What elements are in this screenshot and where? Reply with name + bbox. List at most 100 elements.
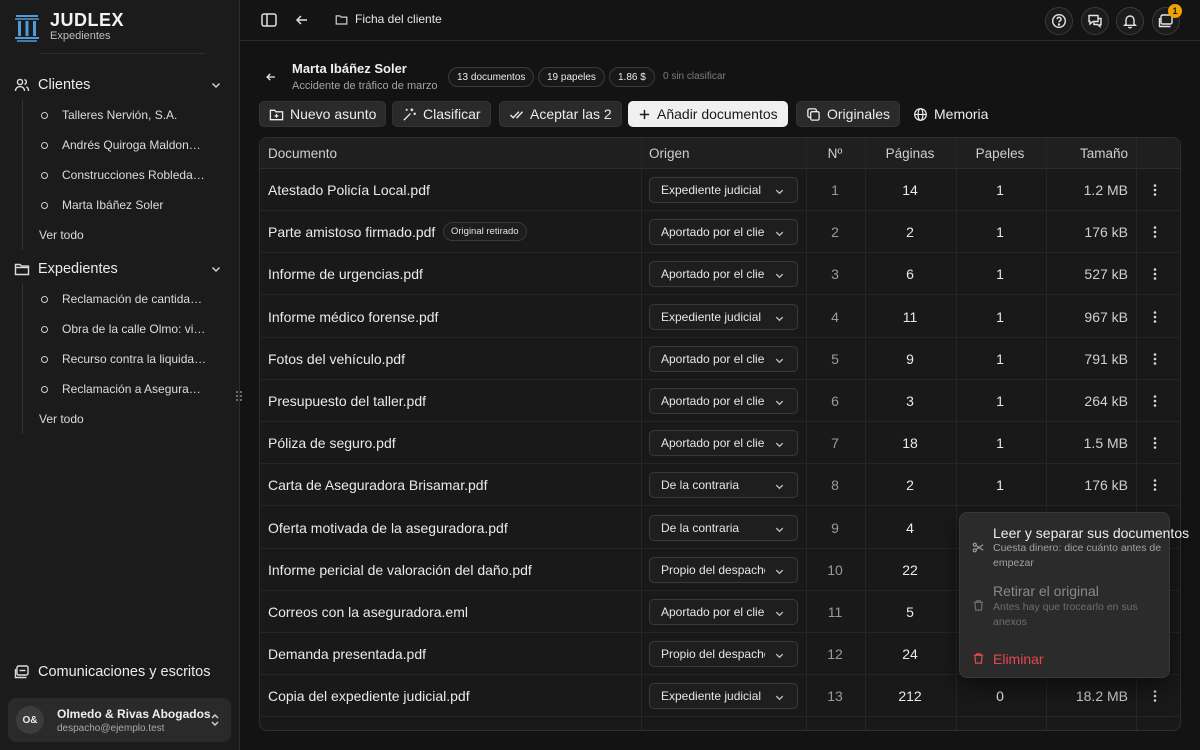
- column-header-size[interactable]: Tamaño: [1038, 146, 1128, 161]
- globe-icon: [913, 107, 928, 122]
- document-name[interactable]: Oferta motivada de la aseguradora.pdf: [268, 520, 508, 536]
- more-options-icon[interactable]: [1153, 689, 1157, 703]
- document-name[interactable]: Carta de Aseguradora Brisamar.pdf: [268, 477, 487, 493]
- column-header-pages[interactable]: Páginas: [872, 146, 948, 161]
- table-row[interactable]: Copia del expediente judicial.pdf Expedie…: [260, 675, 1180, 718]
- document-name[interactable]: Póliza de seguro.pdf: [268, 435, 396, 451]
- sidebar-toggle-icon[interactable]: [260, 11, 278, 29]
- document-name[interactable]: Atestado Policía Local.pdf: [268, 182, 430, 198]
- sidebar-client-item[interactable]: Talleres Nervión, S.A.: [23, 100, 213, 130]
- more-options-icon[interactable]: [1153, 394, 1157, 408]
- cases-view-all-link[interactable]: Ver todo: [23, 404, 213, 434]
- withdraw-original-menu-item[interactable]: Retirar el original Antes hay que trocea…: [960, 573, 1171, 633]
- more-options-icon[interactable]: [1153, 310, 1157, 324]
- circle-icon: [41, 111, 48, 119]
- sidebar-case-item[interactable]: Reclamación de cantidad contra: [23, 284, 213, 314]
- folder-plus-icon: [269, 107, 284, 122]
- scissors-icon: [972, 541, 985, 554]
- table-row[interactable]: Presupuesto del taller.pdf Aportado por e…: [260, 380, 1180, 422]
- sidebar-section-label: Expedientes: [38, 261, 118, 277]
- sidebar-case-item[interactable]: Reclamación a Aseguradora: [23, 374, 213, 404]
- origin-select[interactable]: Propio del despacho: [649, 556, 798, 583]
- origin-select[interactable]: Propio del despacho: [649, 641, 798, 668]
- chevron-down-icon[interactable]: [210, 79, 222, 91]
- classify-button[interactable]: Clasificar: [392, 101, 491, 127]
- delete-menu-item[interactable]: Eliminar: [960, 643, 1171, 673]
- document-pages: 2: [906, 224, 914, 241]
- more-options-icon[interactable]: [1153, 478, 1157, 492]
- client-case: Accidente de tráfico de marzo: [292, 80, 438, 92]
- sidebar-client-item[interactable]: Marta Ibáñez Soler: [23, 190, 213, 220]
- table-row[interactable]: Informe médico forense.pdf Expediente jud…: [260, 296, 1180, 338]
- document-name[interactable]: Informe de urgencias.pdf: [268, 266, 423, 282]
- back-arrow-icon[interactable]: [293, 11, 311, 29]
- brand[interactable]: JUDLEX Expedientes: [14, 11, 124, 43]
- add-documents-button[interactable]: Añadir documentos: [628, 101, 788, 127]
- column-header-number[interactable]: Nº: [805, 146, 865, 161]
- chat-button[interactable]: [1081, 7, 1109, 35]
- column-header-document[interactable]: Documento: [268, 146, 337, 161]
- divider: [40, 53, 205, 54]
- table-row[interactable]: Informe de urgencias.pdf Aportado por el …: [260, 253, 1180, 296]
- document-name[interactable]: Fotos del vehículo.pdf: [268, 351, 405, 367]
- document-number: 10: [827, 561, 843, 578]
- accept-button[interactable]: Aceptar las 2: [499, 101, 622, 127]
- sidebar-case-item[interactable]: Obra de la calle Olmo: vicios: [23, 314, 213, 344]
- document-size: 18.2 MB: [1075, 688, 1128, 705]
- origin-select[interactable]: Expediente judicial: [649, 303, 798, 330]
- document-papers: 1: [996, 308, 1004, 325]
- new-matter-button[interactable]: Nuevo asunto: [259, 101, 387, 127]
- table-row[interactable]: Atestado Policía Local.pdf Expediente jud…: [260, 169, 1180, 211]
- back-arrow-icon[interactable]: [264, 70, 278, 84]
- document-name[interactable]: Demanda presentada.pdf: [268, 646, 426, 662]
- notifications-button[interactable]: [1116, 7, 1144, 35]
- more-options-icon[interactable]: [1153, 352, 1157, 366]
- account-switcher[interactable]: O& Olmedo & Rivas Abogados despacho@ejem…: [8, 698, 231, 742]
- document-pages: 5: [906, 604, 914, 620]
- document-number: 3: [831, 266, 839, 283]
- origin-select[interactable]: Aportado por el cliente: [649, 388, 798, 414]
- document-name[interactable]: Parte amistoso firmado.pdf: [268, 224, 435, 240]
- document-papers: 1: [996, 435, 1004, 452]
- help-button[interactable]: [1045, 7, 1073, 35]
- document-name[interactable]: Informe médico forense.pdf: [268, 309, 438, 325]
- document-name[interactable]: Informe pericial de valoración del daño.…: [268, 562, 532, 578]
- sidebar-section-clients[interactable]: Clientes: [14, 73, 226, 97]
- table-row[interactable]: Parte amistoso firmado.pdf Original retir…: [260, 211, 1180, 254]
- sidebar-client-item[interactable]: Construcciones Robledal S.L.: [23, 160, 213, 190]
- document-name[interactable]: Copia del expediente judicial.pdf: [268, 688, 470, 704]
- origin-select[interactable]: Expediente judicial: [649, 177, 798, 203]
- origin-select[interactable]: Aportado por el cliente: [649, 345, 798, 372]
- chevron-down-icon[interactable]: [210, 263, 222, 275]
- document-name[interactable]: Presupuesto del taller.pdf: [268, 393, 426, 409]
- origin-select[interactable]: Aportado por el cliente: [649, 430, 798, 457]
- table-row[interactable]: Carta de Aseguradora Brisamar.pdf De la c…: [260, 464, 1180, 507]
- more-options-icon[interactable]: [1153, 267, 1157, 281]
- clients-view-all-link[interactable]: Ver todo: [23, 220, 213, 250]
- origin-select[interactable]: Expediente judicial: [649, 683, 798, 710]
- more-options-icon[interactable]: [1153, 183, 1157, 197]
- origin-select[interactable]: Aportado por el cliente: [649, 599, 798, 625]
- resize-handle-icon[interactable]: [235, 389, 243, 403]
- memory-button[interactable]: Memoria: [903, 101, 998, 127]
- split-documents-menu-item[interactable]: Leer y separar sus documentos Cuesta din…: [960, 513, 1189, 573]
- document-number: 6: [831, 393, 839, 409]
- papers-count-badge: 19 papeles: [538, 67, 605, 87]
- more-options-icon[interactable]: [1153, 436, 1157, 450]
- origin-select[interactable]: Aportado por el cliente: [649, 219, 798, 246]
- column-header-origin[interactable]: Origen: [649, 146, 690, 161]
- table-row[interactable]: Póliza de seguro.pdf Aportado por el clie…: [260, 422, 1180, 465]
- origin-select[interactable]: De la contraria: [649, 472, 798, 499]
- chevron-down-icon: [774, 397, 785, 408]
- origin-select[interactable]: Aportado por el cliente: [649, 261, 798, 288]
- document-name[interactable]: Correos con la aseguradora.eml: [268, 604, 468, 620]
- more-options-icon[interactable]: [1153, 225, 1157, 239]
- column-header-papers[interactable]: Papeles: [962, 146, 1038, 161]
- sidebar-communications[interactable]: Comunicaciones y escritos: [14, 664, 210, 680]
- originals-button[interactable]: Originales: [796, 101, 901, 127]
- sidebar-client-item[interactable]: Andrés Quiroga Maldonado: [23, 130, 213, 160]
- sidebar-case-item[interactable]: Recurso contra la liquidación: [23, 344, 213, 374]
- origin-select[interactable]: De la contraria: [649, 514, 798, 541]
- table-row[interactable]: Fotos del vehículo.pdf Aportado por el cl…: [260, 338, 1180, 380]
- sidebar-section-cases[interactable]: Expedientes: [14, 257, 226, 281]
